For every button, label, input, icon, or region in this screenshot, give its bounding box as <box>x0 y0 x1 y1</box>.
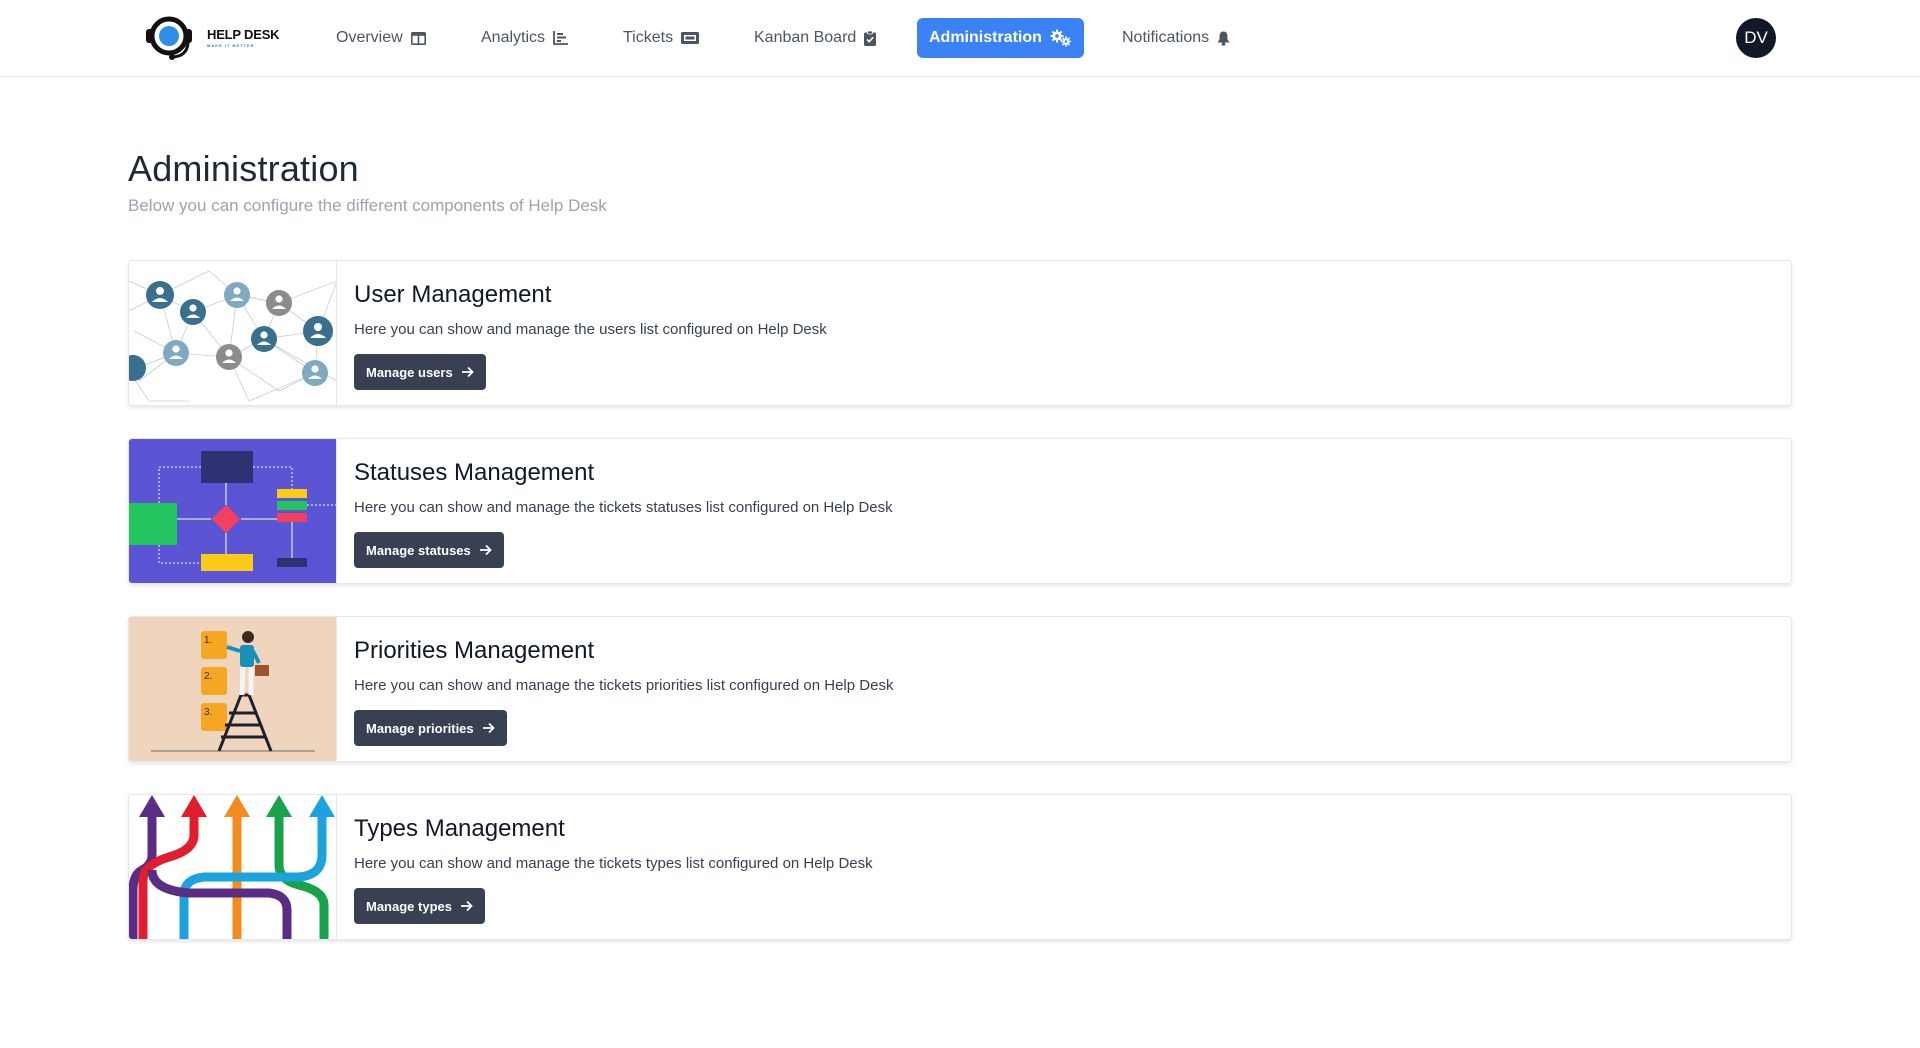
priority-label-1: 1. <box>204 635 212 646</box>
user-initials: DV <box>1744 28 1768 47</box>
nav-overview[interactable]: Overview <box>324 18 438 58</box>
nav-analytics-label: Analytics <box>481 29 546 46</box>
priority-label-2: 2. <box>204 671 212 682</box>
arrow-right-icon <box>460 900 473 912</box>
flowchart-illustration <box>129 439 337 583</box>
top-navbar: HELP DESK MAKE IT BETTER Overview Analyt… <box>0 0 1920 77</box>
manage-types-button[interactable]: Manage types <box>354 888 485 924</box>
page-title: Administration <box>128 148 359 189</box>
ticket-icon <box>681 32 700 44</box>
nav-administration-label: Administration <box>929 29 1042 46</box>
nav-notifications-label: Notifications <box>1122 29 1210 46</box>
card-statuses-management: Statuses Management Here you can show an… <box>128 438 1792 584</box>
brand-title: HELP DESK <box>207 27 280 42</box>
brand-tagline: MAKE IT BETTER <box>207 43 255 48</box>
users-network-illustration <box>129 261 337 405</box>
headset-logo-icon <box>146 16 192 60</box>
button-label: Manage statuses <box>366 542 471 558</box>
card-description: Here you can show and manage the tickets… <box>354 677 894 694</box>
nav-tickets-label: Tickets <box>623 29 674 46</box>
clipboard-check-icon <box>864 30 877 46</box>
arrow-right-icon <box>479 544 492 556</box>
card-title: User Management <box>354 281 552 308</box>
button-label: Manage users <box>366 364 453 380</box>
columns-icon <box>410 31 426 45</box>
arrows-illustration <box>129 795 337 939</box>
card-description: Here you can show and manage the users l… <box>354 321 827 338</box>
manage-statuses-button[interactable]: Manage statuses <box>354 532 504 568</box>
nav-kanban-label: Kanban Board <box>754 29 857 46</box>
card-description: Here you can show and manage the tickets… <box>354 855 873 872</box>
nav-tickets[interactable]: Tickets <box>611 18 711 58</box>
arrow-right-icon <box>461 366 474 378</box>
card-title: Priorities Management <box>354 637 595 664</box>
nav-analytics[interactable]: Analytics <box>469 18 580 58</box>
user-avatar[interactable]: DV <box>1736 18 1776 58</box>
nav-administration[interactable]: Administration <box>917 18 1084 58</box>
button-label: Manage types <box>366 898 452 914</box>
nav-overview-label: Overview <box>336 29 403 46</box>
brand-logo[interactable]: HELP DESK MAKE IT BETTER <box>143 14 283 62</box>
page-subtitle: Below you can configure the different co… <box>128 196 607 215</box>
card-types-management: Types Management Here you can show and m… <box>128 794 1792 940</box>
priority-label-3: 3. <box>204 707 212 718</box>
chart-bar-icon <box>553 31 569 45</box>
arrow-right-icon <box>482 722 495 734</box>
nav-notifications[interactable]: Notifications <box>1110 18 1242 58</box>
priorities-ladder-illustration: 1. 2. 3. <box>129 617 337 761</box>
card-title: Statuses Management <box>354 459 595 486</box>
cogs-icon <box>1050 29 1072 47</box>
button-label: Manage priorities <box>366 720 474 736</box>
card-title: Types Management <box>354 815 565 842</box>
card-priorities-management: 1. 2. 3. Priorities Management Here you … <box>128 616 1792 762</box>
manage-priorities-button[interactable]: Manage priorities <box>354 710 507 746</box>
nav-kanban-board[interactable]: Kanban Board <box>742 18 888 58</box>
card-user-management: User Management Here you can show and ma… <box>128 260 1792 406</box>
bell-icon <box>1217 31 1230 46</box>
card-description: Here you can show and manage the tickets… <box>354 499 893 516</box>
manage-users-button[interactable]: Manage users <box>354 354 486 390</box>
